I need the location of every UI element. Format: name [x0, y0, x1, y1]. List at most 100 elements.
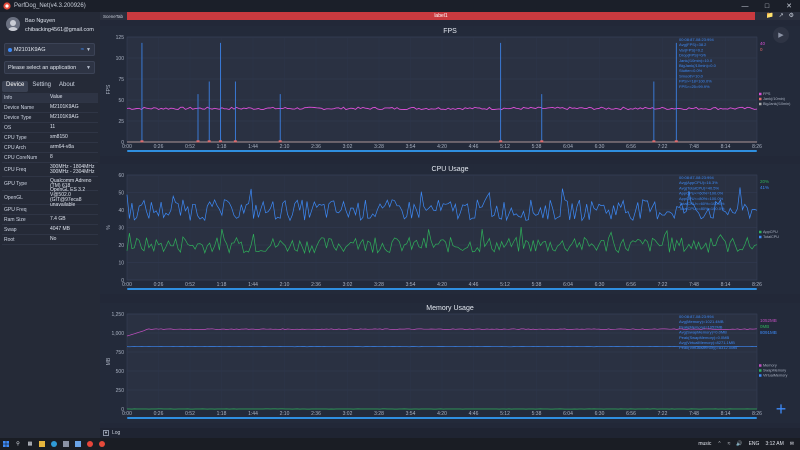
log-toggle-checkbox[interactable]: ▼: [103, 430, 109, 436]
scene-tab[interactable]: SceneTab: [100, 14, 126, 19]
add-chart-button[interactable]: +: [772, 400, 790, 418]
legend-swatch: [759, 374, 762, 377]
window-title: PerfDog_Net(v4.3.200926): [14, 3, 86, 9]
close-button[interactable]: ✕: [778, 0, 800, 12]
column-header-value: Value: [50, 94, 63, 100]
search-icon[interactable]: ⚲: [12, 438, 24, 450]
play-button[interactable]: ▶: [773, 27, 789, 43]
x-tick-label: 1:18: [217, 411, 227, 417]
row-value: M2101K9AG: [50, 114, 79, 120]
x-tick-label: 2:36: [311, 411, 321, 417]
y-tick-label: 1,000: [111, 331, 124, 337]
row-value: 7.4 GB: [50, 216, 66, 222]
jank-marker: [218, 140, 222, 143]
y-tick-label: 100: [116, 56, 125, 62]
gear-icon[interactable]: ⚙: [789, 12, 794, 19]
legend-swatch: [759, 230, 762, 234]
legend-label: TotalCPU: [763, 235, 779, 239]
legend-label: Memory: [763, 363, 777, 367]
notification-icon[interactable]: ✉: [790, 441, 794, 447]
legend-swatch: [759, 92, 762, 96]
task-view-icon[interactable]: ▦: [24, 438, 36, 450]
tray-language[interactable]: ENG: [749, 441, 760, 447]
x-tick-label: 8:26: [752, 282, 762, 288]
log-label[interactable]: Log: [112, 430, 120, 436]
x-tick-label: 3:54: [406, 144, 416, 150]
readout-value: 0MB: [760, 324, 769, 329]
store-icon[interactable]: [60, 438, 72, 450]
folder-icon[interactable]: 📁: [766, 12, 773, 19]
row-key: GPU Freq: [4, 206, 27, 213]
file-explorer-icon[interactable]: [36, 438, 48, 450]
chart-title: CPU Usage: [432, 166, 469, 173]
table-row: CPU CoreNum 8: [2, 153, 98, 163]
tray-time[interactable]: 3:12 AM: [765, 441, 783, 447]
x-tick-label: 3:02: [343, 411, 353, 417]
wifi-tray-icon[interactable]: ≈: [728, 441, 731, 447]
table-header: Info Value: [2, 93, 98, 103]
x-tick-label: 1:18: [217, 282, 227, 288]
minimize-button[interactable]: —: [734, 0, 756, 12]
tab-device[interactable]: Device: [2, 81, 29, 92]
x-tick-label: 7:48: [689, 411, 699, 417]
x-tick-label: 5:38: [532, 144, 542, 150]
row-key: Swap: [4, 226, 17, 233]
row-key: GPU Type: [4, 180, 27, 187]
tab-setting[interactable]: Setting: [28, 81, 55, 92]
device-select[interactable]: M2101K9AG ≈ ▼: [4, 43, 95, 56]
table-row: CPU Arch arm64-v8a: [2, 143, 98, 153]
readout-value: 1052MB: [760, 318, 777, 323]
legend-swatch: [759, 97, 762, 101]
x-tick-label: 7:48: [689, 144, 699, 150]
x-tick-label: 6:30: [595, 411, 605, 417]
table-row: CPU Freq 300MHz - 1804MHz 300MHz - 2304MH…: [2, 163, 98, 177]
plus-icon: +: [775, 399, 787, 419]
jank-marker: [674, 140, 678, 143]
legend-label: VirtualMemory: [763, 373, 788, 377]
perfdog-taskbar-icon[interactable]: [96, 438, 108, 450]
stats-line: FPS>=25=99.9%: [679, 84, 710, 89]
taskbar: ⚲ ▦ music ⌃ ≈ 🔊 ENG 3:12 AM ✉: [0, 438, 800, 450]
volume-icon[interactable]: 🔊: [736, 441, 742, 447]
table-row: OS 11: [2, 123, 98, 133]
windows-start-icon[interactable]: [0, 438, 12, 450]
jank-marker: [540, 140, 544, 143]
sidebar: Bao Nguyen chibacking4561@gmail.com M210…: [0, 12, 100, 438]
jank-marker: [140, 140, 144, 143]
edge-browser-icon[interactable]: [48, 438, 60, 450]
user-profile[interactable]: Bao Nguyen chibacking4561@gmail.com: [4, 15, 96, 37]
legend-swatch: [759, 102, 762, 106]
table-row: Swap 4047 MB: [2, 225, 98, 235]
label-bar[interactable]: label1: [127, 12, 755, 20]
app-select-placeholder: Please select an application: [8, 64, 77, 71]
x-tick-label: 7:22: [658, 144, 668, 150]
stats-line: Peak(VirtualMemory)=8312.0MB: [679, 345, 737, 350]
chart-title: FPS: [443, 28, 457, 35]
x-tick-label: 8:26: [752, 411, 762, 417]
toolbar-icons: 📁 ↗ ⚙: [766, 12, 794, 19]
x-tick-label: 0:52: [185, 144, 195, 150]
y-tick-label: 10: [118, 260, 124, 266]
y-tick-label: 500: [116, 369, 125, 375]
app-window: PerfDog_Net(v4.3.200926) — □ ✕ Bao Nguye…: [0, 0, 800, 450]
mail-icon[interactable]: [72, 438, 84, 450]
chevron-up-icon[interactable]: ⌃: [717, 441, 721, 447]
row-key: Root: [4, 236, 15, 243]
chart-1: CPU Usage0102030405060%0:00 0:26 0:52 1:18 1…: [100, 164, 800, 294]
time-scrollbar: [127, 417, 757, 419]
jank-marker: [233, 140, 237, 143]
x-tick-label: 3:28: [374, 282, 384, 288]
system-tray: music ⌃ ≈ 🔊 ENG 3:12 AM ✉: [698, 441, 800, 447]
tab-about[interactable]: About: [55, 81, 79, 92]
chrome-icon[interactable]: [84, 438, 96, 450]
row-key: Device Name: [4, 104, 35, 111]
x-tick-label: 3:54: [406, 411, 416, 417]
x-tick-label: 3:02: [343, 282, 353, 288]
app-select[interactable]: Please select an application ▼: [4, 61, 95, 74]
x-tick-label: 5:12: [500, 144, 510, 150]
export-icon[interactable]: ↗: [779, 12, 784, 19]
tray-music[interactable]: music: [698, 441, 711, 447]
row-key: CPU CoreNum: [4, 154, 38, 161]
chart-title: Memory Usage: [426, 305, 474, 312]
maximize-button[interactable]: □: [756, 0, 778, 12]
